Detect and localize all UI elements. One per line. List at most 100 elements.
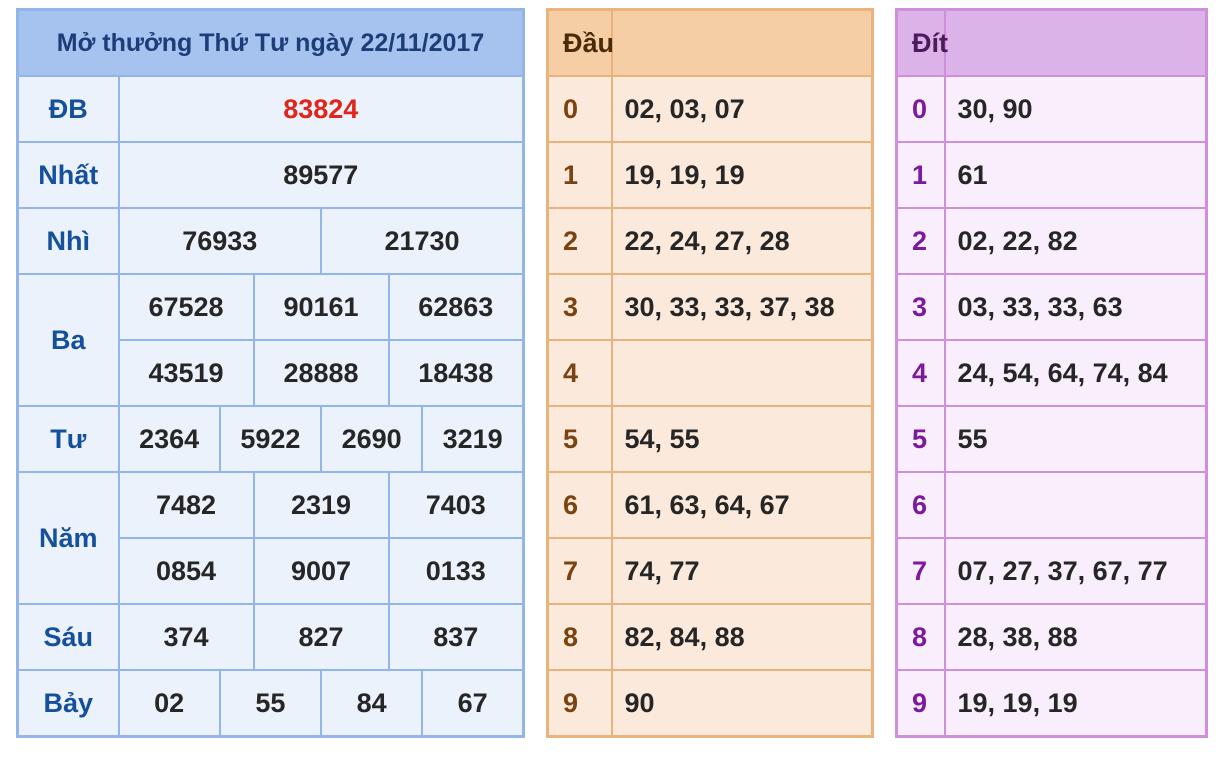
prize-ba-number: 67528 [117, 273, 255, 341]
prize-db-number: 83824 [117, 75, 525, 143]
dit-digit: 4 [895, 339, 946, 407]
prize-nam-number: 9007 [252, 537, 390, 605]
prize-ba-number: 62863 [387, 273, 525, 341]
dit-row: 1 61 [895, 141, 1208, 209]
dit-row: 2 02, 22, 82 [895, 207, 1208, 275]
dit-row: 8 28, 38, 88 [895, 603, 1208, 671]
prize-sau-number: 837 [387, 603, 525, 671]
prize-row-db: ĐB 83824 [16, 75, 525, 143]
lottery-results-table: Mở thưởng Thứ Tư ngày 22/11/2017 ĐB 8382… [16, 8, 525, 738]
dit-digit: 9 [895, 669, 946, 738]
prize-ba-number: 28888 [252, 339, 390, 407]
dau-row: 0 02, 03, 07 [546, 75, 874, 143]
prize-bay-number: 67 [421, 669, 525, 738]
dit-row: 4 24, 54, 64, 74, 84 [895, 339, 1208, 407]
dau-row: 3 30, 33, 33, 37, 38 [546, 273, 874, 341]
dit-digit: 6 [895, 471, 946, 539]
dau-values: 82, 84, 88 [610, 603, 874, 671]
dau-values: 22, 24, 27, 28 [610, 207, 874, 275]
prize-nam-number: 7482 [117, 471, 255, 539]
dau-digit: 2 [546, 207, 613, 275]
dau-row: 1 19, 19, 19 [546, 141, 874, 209]
dit-row: 0 30, 90 [895, 75, 1208, 143]
prize-nhi-number: 21730 [320, 207, 525, 275]
dit-values: 30, 90 [943, 75, 1208, 143]
dit-header-values [943, 8, 1208, 77]
dit-digit: 1 [895, 141, 946, 209]
dau-header: Đầu [546, 8, 614, 77]
dau-digit: 7 [546, 537, 613, 605]
prize-label-nhat: Nhất [16, 141, 120, 209]
dit-digit: 2 [895, 207, 946, 275]
dit-values: 61 [943, 141, 1208, 209]
prize-sau-number: 374 [117, 603, 255, 671]
dit-values: 24, 54, 64, 74, 84 [943, 339, 1208, 407]
dit-digit: 3 [895, 273, 946, 341]
dit-digit: 8 [895, 603, 946, 671]
prize-nam-number: 0133 [387, 537, 525, 605]
dau-table: Đầu 0 02, 03, 07 1 19, 19, 19 2 22, 24, 27,… [546, 8, 874, 738]
dau-digit: 8 [546, 603, 613, 671]
dit-values: 55 [943, 405, 1208, 473]
dau-digit: 1 [546, 141, 613, 209]
prize-label-nam: Năm [16, 471, 120, 605]
results-title: Mở thưởng Thứ Tư ngày 22/11/2017 [16, 8, 525, 77]
dau-digit: 5 [546, 405, 613, 473]
prize-tu-number: 2364 [117, 405, 221, 473]
prize-label-sau: Sáu [16, 603, 120, 671]
prize-label-db: ĐB [16, 75, 120, 143]
dau-digit: 4 [546, 339, 613, 407]
dau-values [610, 339, 874, 407]
prize-tu-number: 3219 [421, 405, 525, 473]
prize-row-nhat: Nhất 89577 [16, 141, 525, 209]
prize-row-ba: Ba 67528 90161 62863 [16, 273, 525, 407]
prize-tu-number: 5922 [218, 405, 323, 473]
prize-ba-number: 90161 [252, 273, 390, 341]
dit-values: 19, 19, 19 [943, 669, 1208, 738]
dau-row: 4 [546, 339, 874, 407]
dau-digit: 3 [546, 273, 613, 341]
dau-digit: 6 [546, 471, 613, 539]
prize-bay-number: 55 [218, 669, 323, 738]
dau-values: 74, 77 [610, 537, 874, 605]
dau-row: 6 61, 63, 64, 67 [546, 471, 874, 539]
prize-ba-number: 18438 [387, 339, 525, 407]
dau-values: 61, 63, 64, 67 [610, 471, 874, 539]
prize-bay-number: 02 [117, 669, 221, 738]
dit-values: 07, 27, 37, 67, 77 [943, 537, 1208, 605]
dau-row: 7 74, 77 [546, 537, 874, 605]
dau-values: 54, 55 [610, 405, 874, 473]
dit-values [943, 471, 1208, 539]
prize-nam-number: 2319 [252, 471, 390, 539]
dau-row: 2 22, 24, 27, 28 [546, 207, 874, 275]
dit-digit: 7 [895, 537, 946, 605]
prize-tu-number: 2690 [319, 405, 424, 473]
prize-ba-number: 43519 [117, 339, 255, 407]
prize-label-tu: Tư [16, 405, 120, 473]
prize-row-sau: Sáu 374 827 837 [16, 603, 525, 671]
prize-sau-number: 827 [252, 603, 390, 671]
dit-header: Đít [895, 8, 948, 77]
dit-row: 7 07, 27, 37, 67, 77 [895, 537, 1208, 605]
dau-row: 8 82, 84, 88 [546, 603, 874, 671]
prize-nam-number: 0854 [117, 537, 255, 605]
dau-row: 9 90 [546, 669, 874, 738]
dit-row: 9 19, 19, 19 [895, 669, 1208, 738]
dau-values: 90 [610, 669, 874, 738]
dau-digit: 9 [546, 669, 613, 738]
dit-row: 6 [895, 471, 1208, 539]
dit-row: 3 03, 33, 33, 63 [895, 273, 1208, 341]
prize-nhat-number: 89577 [117, 141, 525, 209]
prize-row-nam: Năm 7482 2319 7403 [16, 471, 525, 605]
prize-bay-number: 84 [319, 669, 424, 738]
prize-nam-number: 7403 [387, 471, 525, 539]
dau-header-values [610, 8, 874, 77]
prize-label-ba: Ba [16, 273, 120, 407]
dit-table: Đít 0 30, 90 1 61 2 02, 22, 82 3 03, 33, 33,… [895, 8, 1208, 738]
dau-values: 02, 03, 07 [610, 75, 874, 143]
dau-row: 5 54, 55 [546, 405, 874, 473]
dit-row: 5 55 [895, 405, 1208, 473]
prize-row-tu: Tư 2364 5922 2690 3219 [16, 405, 525, 473]
dit-digit: 0 [895, 75, 946, 143]
dau-values: 19, 19, 19 [610, 141, 874, 209]
